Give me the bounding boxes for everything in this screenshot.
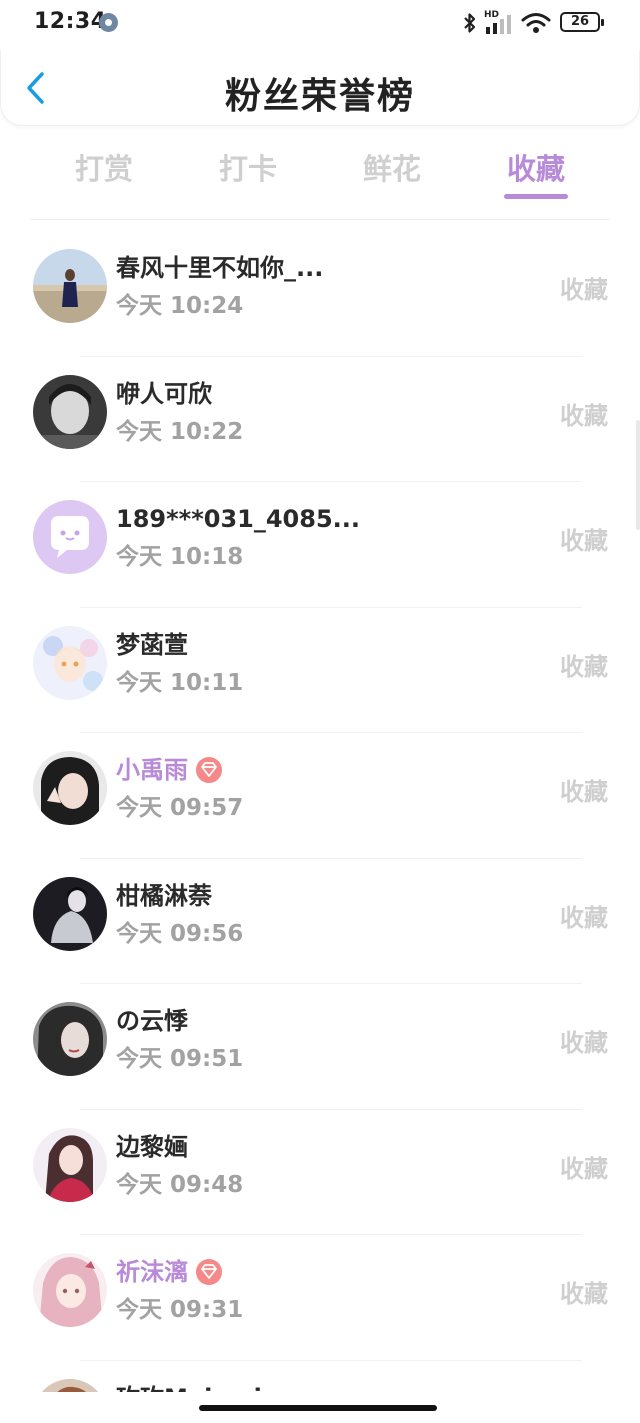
list-item[interactable]: 梦菡萱 今天 10:11 收藏 [0, 608, 640, 734]
fan-name: 梦菡萱 [116, 630, 188, 659]
tab-bar: 打赏 打卡 鲜花 收藏 [30, 138, 610, 220]
fan-list: 春风十里不如你_... 今天 10:24 收藏 咿人可欣 今天 10:22 收藏 [0, 231, 640, 1423]
home-indicator[interactable] [199, 1405, 437, 1411]
fan-time: 今天 09:57 [116, 795, 244, 821]
favorite-label: 收藏 [560, 1280, 608, 1308]
avatar [33, 249, 107, 323]
tab-flowers[interactable]: 鲜花 [342, 146, 442, 188]
default-avatar-icon [33, 500, 107, 574]
status-time: 12:34 [34, 9, 107, 34]
battery-icon: 26 [560, 12, 604, 32]
favorite-label: 收藏 [560, 527, 608, 555]
fan-name: 189***031_4085... [116, 505, 360, 533]
tab-reward[interactable]: 打赏 [54, 146, 154, 188]
list-item[interactable]: 柑橘淋萘 今天 09:56 收藏 [0, 859, 640, 985]
status-bar: 12:34 HD 26 [0, 0, 640, 46]
avatar [33, 1253, 107, 1327]
list-item[interactable]: 祈沫漓 今天 09:31 收藏 [0, 1235, 640, 1361]
avatar [33, 1127, 107, 1202]
settings-gear-icon [99, 13, 118, 32]
avatar [33, 876, 107, 951]
avatar [33, 374, 107, 449]
list-item[interactable]: 咿人可欣 今天 10:22 收藏 [0, 357, 640, 483]
fan-name: の云悸 [116, 1007, 188, 1035]
list-item[interactable]: 春风十里不如你_... 今天 10:24 收藏 [0, 231, 640, 357]
favorite-label: 收藏 [560, 652, 608, 681]
fan-time: 今天 10:24 [116, 293, 244, 319]
page-title: 粉丝荣誉榜 [224, 76, 415, 117]
fan-name: 咿人可欣 [116, 379, 212, 408]
fan-time: 今天 09:51 [116, 1046, 244, 1072]
fan-time: 今天 09:48 [116, 1171, 244, 1198]
scrollbar[interactable] [636, 420, 640, 530]
favorite-label: 收藏 [560, 276, 608, 304]
fan-time: 今天 10:22 [116, 418, 244, 445]
fan-name: 柑橘淋萘 [116, 881, 212, 910]
fan-name: 边黎婳 [116, 1132, 188, 1161]
favorite-label: 收藏 [560, 401, 608, 430]
fan-time: 今天 10:18 [116, 544, 244, 570]
list-item[interactable]: 189***031_4085... 今天 10:18 收藏 [0, 482, 640, 608]
wifi-icon [521, 13, 551, 33]
vip-diamond-icon [196, 1259, 222, 1285]
fan-time: 今天 09:56 [116, 920, 244, 947]
bluetooth-icon [464, 13, 476, 33]
fan-name: 春风十里不如你_... [116, 254, 324, 282]
fan-time: 今天 10:11 [116, 669, 244, 696]
fan-time: 今天 09:31 [116, 1297, 244, 1323]
tab-active-indicator [504, 194, 568, 199]
list-item[interactable]: 小禹雨 今天 09:57 收藏 [0, 733, 640, 859]
list-item[interactable]: 边黎婳 今天 09:48 收藏 [0, 1110, 640, 1236]
favorite-label: 收藏 [560, 903, 608, 932]
list-item[interactable]: の云悸 今天 09:51 收藏 [0, 984, 640, 1110]
favorite-label: 收藏 [560, 1029, 608, 1057]
avatar [33, 1002, 107, 1076]
avatar [33, 625, 107, 700]
header-bar: 粉丝荣誉榜 [0, 50, 640, 126]
tab-checkin[interactable]: 打卡 [198, 146, 298, 188]
fan-name: 祈沫漓 [116, 1258, 188, 1286]
favorite-label: 收藏 [560, 778, 608, 806]
cellular-signal-icon [486, 15, 511, 34]
vip-diamond-icon [196, 757, 222, 783]
battery-level: 26 [570, 14, 590, 29]
fan-name: 小禹雨 [116, 756, 188, 784]
tab-favorites[interactable]: 收藏 [486, 146, 586, 188]
avatar [33, 751, 107, 825]
favorite-label: 收藏 [560, 1154, 608, 1183]
